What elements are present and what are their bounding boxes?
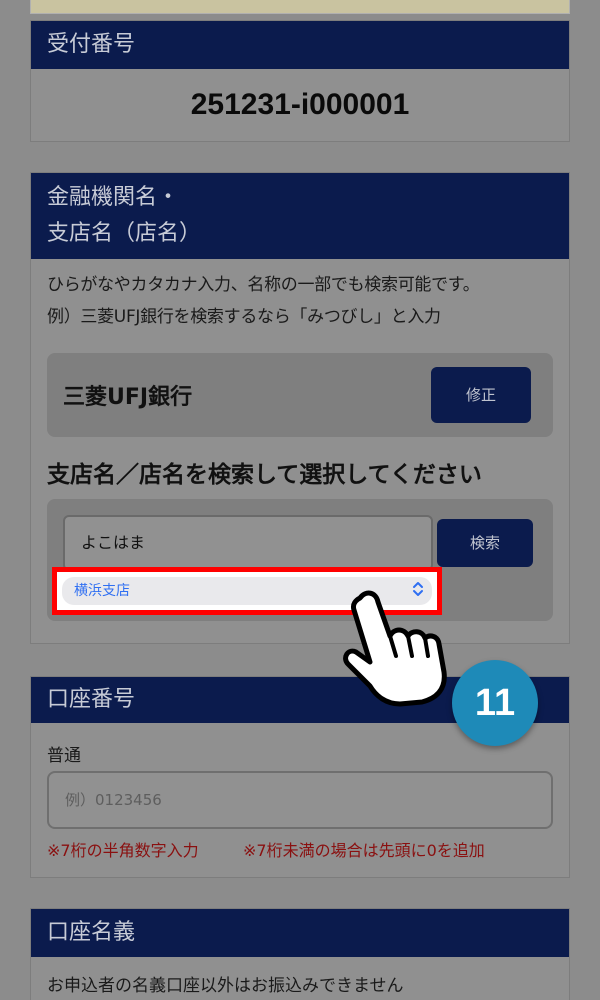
account-note-padding: ※7桁未満の場合は先頭に0を追加 bbox=[243, 841, 485, 860]
branch-search-title: 支店名／店名を検索して選択してください bbox=[47, 462, 482, 488]
bank-heading-line2: 支店名（店名） bbox=[47, 221, 202, 246]
bank-heading: 金融機関名・ 支店名（店名） bbox=[31, 173, 569, 259]
account-type-label: 普通 bbox=[47, 746, 81, 766]
selected-bank-box: 三菱UFJ銀行 修正 bbox=[47, 353, 553, 437]
holder-heading: 口座名義 bbox=[31, 909, 569, 957]
bank-hint-line1: ひらがなやカタカナ入力、名称の一部でも検索可能です。 bbox=[47, 275, 480, 295]
bank-heading-line1: 金融機関名・ bbox=[47, 185, 180, 210]
account-note-digits: ※7桁の半角数字入力 bbox=[47, 841, 199, 860]
branch-search-input[interactable]: よこはま bbox=[63, 515, 433, 571]
bank-hint-line2: 例）三菱UFJ銀行を検索するなら「みつびし」と入力 bbox=[47, 307, 441, 327]
account-number-input[interactable]: 例）0123456 bbox=[47, 771, 553, 829]
holder-section: 口座名義 お申込者の名義口座以外はお振込みできません bbox=[30, 908, 570, 1000]
branch-select-value: 横浜支店 bbox=[74, 583, 130, 599]
bank-search-hint: ひらがなやカタカナ入力、名称の一部でも検索可能です。 例）三菱UFJ銀行を検索す… bbox=[31, 259, 569, 333]
selected-bank-name: 三菱UFJ銀行 bbox=[63, 385, 193, 410]
previous-section-edge bbox=[30, 0, 570, 14]
edit-bank-button[interactable]: 修正 bbox=[431, 367, 531, 423]
step-number-badge: 11 bbox=[452, 660, 538, 746]
branch-search-button[interactable]: 検索 bbox=[437, 519, 533, 567]
receipt-heading: 受付番号 bbox=[31, 21, 569, 69]
receipt-number: 251231-i000001 bbox=[190, 88, 410, 121]
holder-hint: お申込者の名義口座以外はお振込みできません bbox=[47, 976, 404, 996]
pointing-hand-icon bbox=[338, 584, 458, 714]
receipt-section: 受付番号 251231-i000001 bbox=[30, 20, 570, 142]
